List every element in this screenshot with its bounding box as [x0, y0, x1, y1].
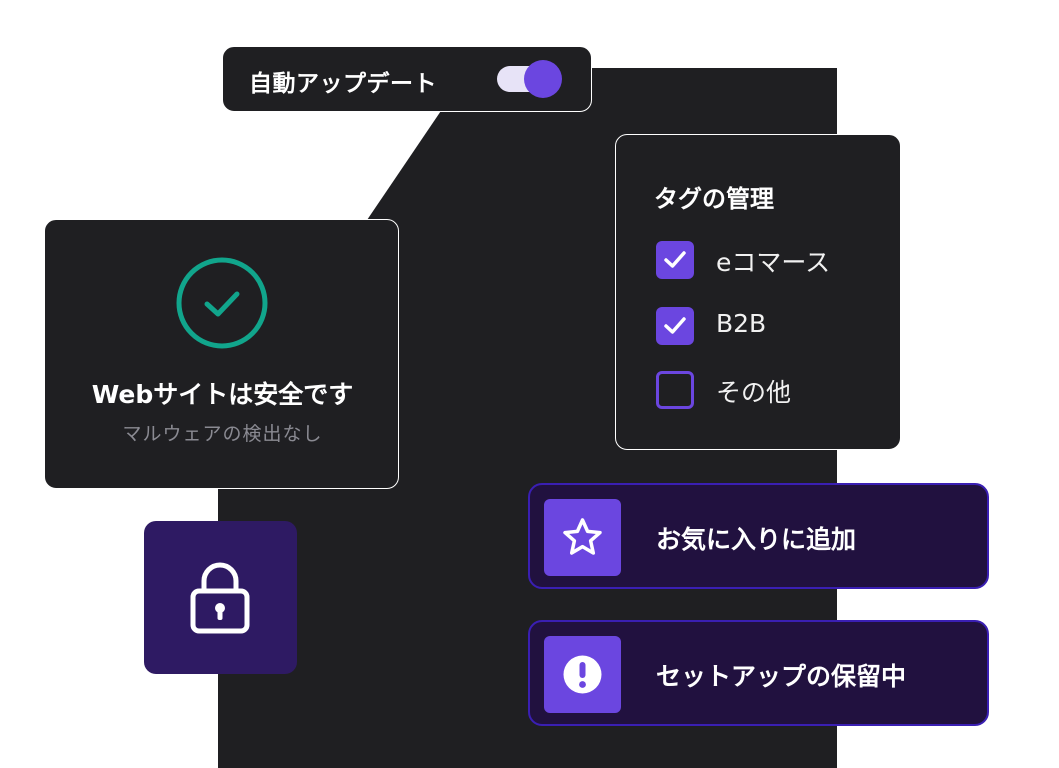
- tag-management-panel: タグの管理 eコマース B2B その他: [615, 134, 901, 450]
- tag-option-b2b[interactable]: B2B: [656, 305, 896, 345]
- other-checkbox[interactable]: [656, 371, 694, 409]
- ecommerce-label: eコマース: [716, 248, 831, 277]
- safety-subtitle: マルウェアの検出なし: [122, 423, 323, 445]
- check-icon: [664, 317, 686, 334]
- setup-pending-label: セットアップの保留中: [656, 662, 907, 691]
- tag-option-other[interactable]: その他: [656, 369, 896, 409]
- exclamation-icon: [563, 655, 602, 694]
- auto-update-toggle[interactable]: [497, 60, 565, 98]
- lock-tile: [144, 521, 297, 674]
- setup-pending-button[interactable]: セットアップの保留中: [528, 620, 989, 726]
- other-label: その他: [716, 378, 792, 407]
- website-safety-card: Webサイトは安全です マルウェアの検出なし: [44, 219, 399, 489]
- alert-icon-box: [544, 636, 621, 713]
- add-to-favorites-button[interactable]: お気に入りに追加: [528, 483, 989, 589]
- tag-option-ecommerce[interactable]: eコマース: [656, 239, 896, 279]
- b2b-checkbox[interactable]: [656, 307, 694, 345]
- b2b-label: B2B: [716, 309, 767, 338]
- star-icon-box: [544, 499, 621, 576]
- star-icon: [563, 518, 602, 555]
- toggle-knob: [524, 60, 562, 98]
- ecommerce-checkbox[interactable]: [656, 241, 694, 279]
- auto-update-label: 自動アップデート: [249, 71, 437, 97]
- safety-title: Webサイトは安全です: [91, 380, 354, 409]
- tag-panel-title: タグの管理: [654, 185, 774, 213]
- add-to-favorites-label: お気に入りに追加: [656, 525, 857, 554]
- check-icon: [664, 251, 686, 268]
- lock-icon: [190, 562, 250, 634]
- check-circle-icon: [176, 257, 268, 349]
